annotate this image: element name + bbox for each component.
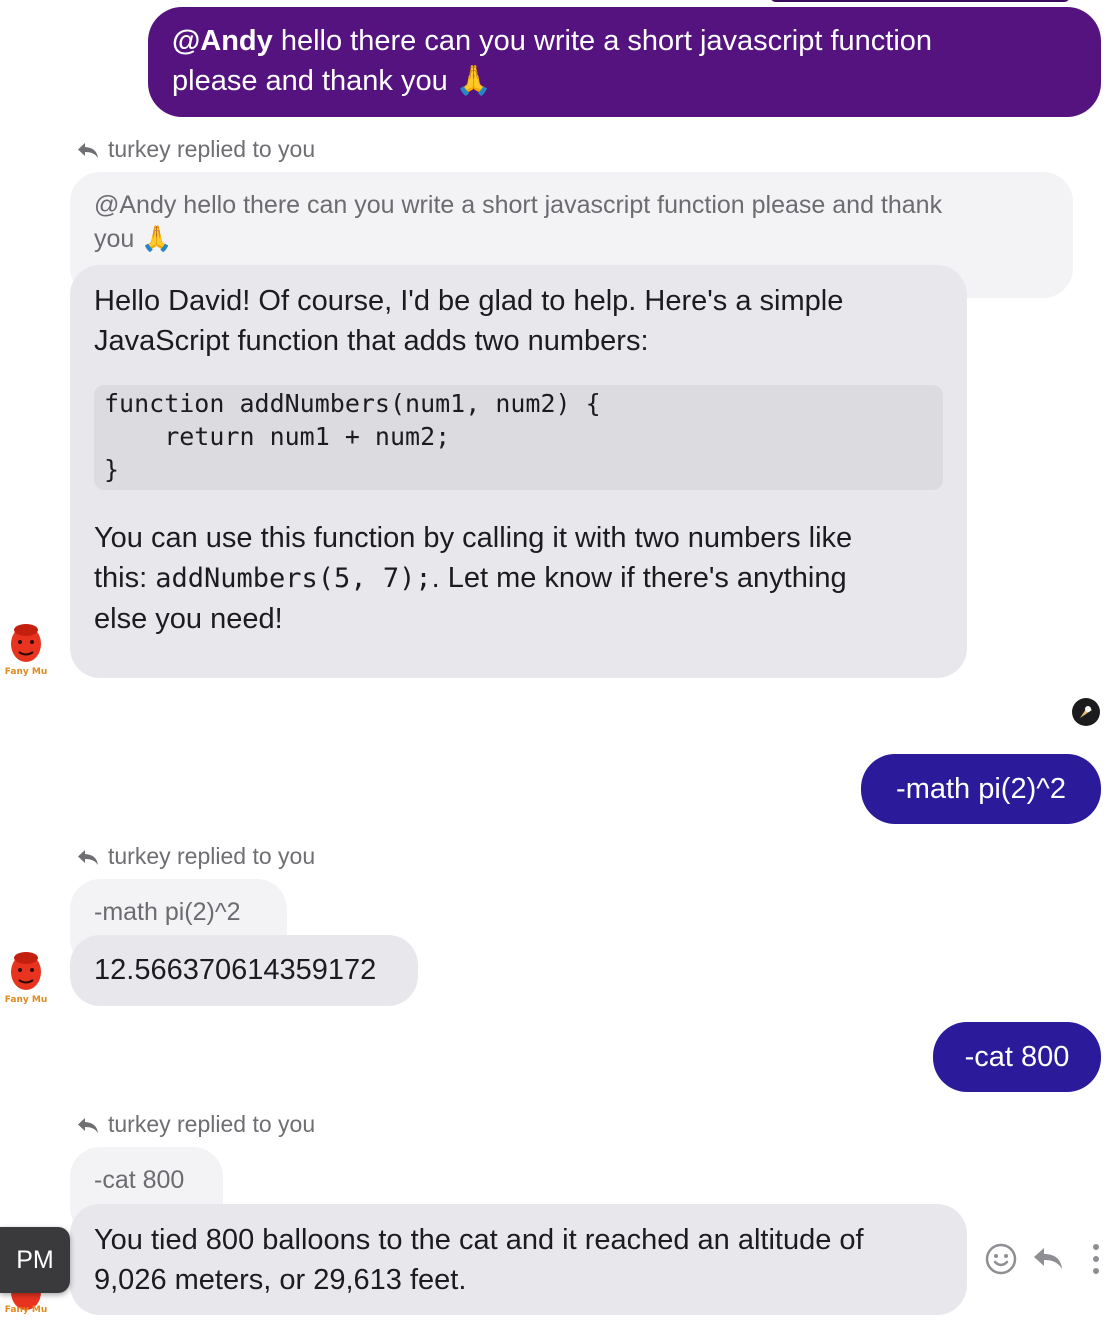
message-line: You tied 800 balloons to the cat and it … — [94, 1224, 864, 1256]
message-line: else you need! — [94, 603, 283, 635]
reply-indicator: turkey replied to you — [76, 843, 315, 870]
outgoing-message[interactable]: -cat 800 — [933, 1022, 1101, 1092]
incoming-message[interactable]: Hello David! Of course, I'd be glad to h… — [70, 265, 967, 678]
message-line: 9,026 meters, or 29,613 feet. — [94, 1264, 467, 1296]
message-text: -math pi(2)^2 — [896, 773, 1066, 805]
message-line: Hello David! Of course, I'd be glad to h… — [94, 285, 844, 317]
bot-avatar[interactable]: Fany Mu — [4, 950, 48, 1006]
message-text: -cat 800 — [964, 1041, 1070, 1073]
message-line: please and thank you 🙏 — [172, 65, 492, 97]
reply-label: turkey replied to you — [108, 843, 316, 869]
avatar-caption: Fany Mu — [5, 1305, 47, 1315]
reply-icon — [78, 1117, 98, 1133]
reply-indicator: turkey replied to you — [76, 136, 315, 163]
message-line: this: addNumbers(5, 7);. Let me know if … — [94, 562, 847, 594]
reply-indicator: turkey replied to you — [76, 1111, 315, 1138]
reply-label: turkey replied to you — [108, 1111, 316, 1137]
code-block: function addNumbers(num1, num2) { return… — [94, 385, 943, 490]
bot-avatar[interactable]: Fany Mu — [4, 622, 48, 678]
reply-icon — [78, 142, 98, 158]
message-text: 12.566370614359172 — [94, 954, 377, 986]
message-line: You can use this function by calling it … — [94, 522, 853, 554]
read-receipt-avatar — [1072, 698, 1100, 726]
incoming-message[interactable]: You tied 800 balloons to the cat and it … — [70, 1204, 967, 1315]
quote-line: -math pi(2)^2 — [94, 898, 241, 926]
reply-icon — [78, 849, 98, 865]
incoming-message[interactable]: 12.566370614359172 — [70, 935, 418, 1006]
avatar-caption: Fany Mu — [5, 667, 47, 677]
outgoing-message[interactable]: -math pi(2)^2 — [861, 754, 1101, 824]
timestamp-badge: PM — [0, 1227, 70, 1293]
avatar-caption: Fany Mu — [5, 995, 47, 1005]
outgoing-message[interactable]: @Andy hello there can you write a short … — [148, 7, 1101, 117]
reply-label: turkey replied to you — [108, 136, 316, 162]
previous-message-edge — [770, 0, 1070, 2]
mention[interactable]: @Andy — [172, 25, 273, 57]
inline-code: addNumbers(5, 7); — [155, 563, 432, 594]
message-line: JavaScript function that adds two number… — [94, 325, 649, 357]
quote-line: -cat 800 — [94, 1166, 185, 1194]
quote-line: @Andy hello there can you write a short … — [94, 191, 943, 219]
message-line: @Andy hello there can you write a short … — [172, 25, 933, 57]
reply-action-icon[interactable] — [1031, 1244, 1065, 1274]
emoji-reaction-icon[interactable] — [984, 1242, 1018, 1276]
more-options-icon[interactable] — [1092, 1242, 1100, 1276]
quote-line: you 🙏 — [94, 225, 173, 253]
